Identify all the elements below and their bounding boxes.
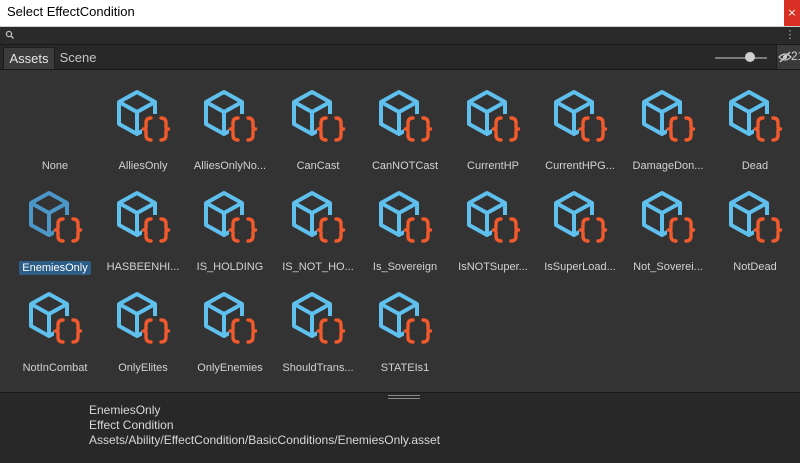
scriptable-object-icon [379,90,433,144]
asset-label: IS_HOLDING [196,261,264,273]
asset-label: NotInCombat [22,362,88,374]
asset-label: CanNOTCast [371,160,439,172]
asset-label: IsNOTSuper... [458,261,528,273]
scriptable-object-icon [117,191,171,245]
scriptable-object-icon [554,191,608,245]
asset-label: AlliesOnlyNo... [193,160,267,172]
splitter-handle[interactable] [388,395,420,399]
asset-item[interactable]: STATEIs1 [361,288,449,388]
scriptable-object-icon [292,292,346,346]
scriptable-object-icon [204,90,258,144]
asset-item[interactable]: NotInCombat [11,288,99,388]
icon-size-slider[interactable] [715,52,767,62]
scriptable-object-icon [379,292,433,346]
asset-item[interactable]: AlliesOnlyNo... [186,86,274,186]
search-icon [5,30,14,39]
scriptable-object-icon [204,191,258,245]
asset-item[interactable]: IsNOTSuper... [449,187,537,287]
asset-label: Is_Sovereign [372,261,438,273]
selected-asset-label: EnemiesOnly [19,261,91,275]
asset-label: IS_NOT_HO... [282,261,354,273]
asset-label: IsSuperLoad... [544,261,616,273]
scriptable-object-icon [729,191,783,245]
asset-label: Not_Soverei... [633,261,703,273]
asset-item[interactable]: OnlyElites [99,288,187,388]
asset-item[interactable]: IsSuperLoad... [536,187,624,287]
selected-asset-path: Assets/Ability/EffectCondition/BasicCond… [89,433,441,447]
asset-item[interactable]: DamageDon... [624,86,712,186]
scriptable-object-icon [29,292,83,346]
tab-scene[interactable]: Scene [56,47,100,69]
preview-info-panel: EnemiesOnly Effect Condition Assets/Abil… [0,392,800,463]
asset-label: None [41,160,69,172]
asset-label: CanCast [296,160,340,172]
scriptable-object-icon [467,191,521,245]
slider-thumb[interactable] [745,52,755,62]
scriptable-object-icon [29,191,83,245]
eye-slash-icon [778,51,792,63]
selected-asset-name: EnemiesOnly [89,403,161,417]
asset-item[interactable]: CurrentHPG... [536,86,624,186]
search-options-button[interactable]: ⋮ [783,27,797,43]
scriptable-object-icon [729,90,783,144]
asset-item[interactable]: AlliesOnly [99,86,187,186]
search-input[interactable] [18,29,758,41]
hidden-count: 21 [791,49,800,63]
asset-label: OnlyEnemies [197,362,263,374]
scriptable-object-icon [467,90,521,144]
tab-assets[interactable]: Assets [3,47,55,69]
asset-label: CurrentHP [467,160,519,172]
asset-item[interactable]: CanNOTCast [361,86,449,186]
asset-label: DamageDon... [632,160,704,172]
asset-item[interactable]: CanCast [274,86,362,186]
title-bar: Select EffectCondition × [0,0,800,27]
search-bar: ⋮ [0,27,800,45]
slider-track[interactable] [715,57,767,59]
asset-label: NotDead [733,261,777,273]
asset-item[interactable]: IS_HOLDING [186,187,274,287]
asset-item[interactable]: None [11,86,99,186]
asset-label: OnlyElites [118,362,168,374]
asset-label: HASBEENHI... [106,261,180,273]
scriptable-object-icon [117,90,171,144]
asset-grid: None AlliesOnly AlliesOnlyNo... CanCast CanN… [0,70,800,392]
scriptable-object-icon [642,90,696,144]
asset-label: Dead [741,160,769,172]
asset-label: CurrentHPG... [545,160,615,172]
selected-asset-type: Effect Condition [89,418,174,432]
scriptable-object-icon [642,191,696,245]
asset-item[interactable]: ShouldTrans... [274,288,362,388]
asset-item[interactable]: NotDead [711,187,799,287]
asset-item[interactable]: IS_NOT_HO... [274,187,362,287]
show-hidden-toggle[interactable]: 21 [776,45,800,69]
asset-item[interactable]: HASBEENHI... [99,187,187,287]
asset-item[interactable]: Is_Sovereign [361,187,449,287]
asset-label: ShouldTrans... [282,362,354,374]
scriptable-object-icon [292,90,346,144]
asset-item[interactable]: Not_Soverei... [624,187,712,287]
scriptable-object-icon [117,292,171,346]
window-title: Select EffectCondition [7,4,135,19]
close-button[interactable]: × [784,0,800,26]
asset-label: STATEIs1 [380,362,430,374]
scriptable-object-icon [379,191,433,245]
asset-item[interactable]: Dead [711,86,799,186]
asset-label: AlliesOnly [118,160,168,172]
asset-label: EnemiesOnly [11,261,99,275]
scriptable-object-icon [204,292,258,346]
scriptable-object-icon [554,90,608,144]
scriptable-object-icon [292,191,346,245]
asset-item[interactable]: EnemiesOnly [11,187,99,287]
asset-item[interactable]: OnlyEnemies [186,288,274,388]
tab-bar: Assets Scene 21 [0,45,800,70]
object-picker-window: Select EffectCondition × ⋮ Assets Scene … [0,0,800,463]
asset-item[interactable]: CurrentHP [449,86,537,186]
